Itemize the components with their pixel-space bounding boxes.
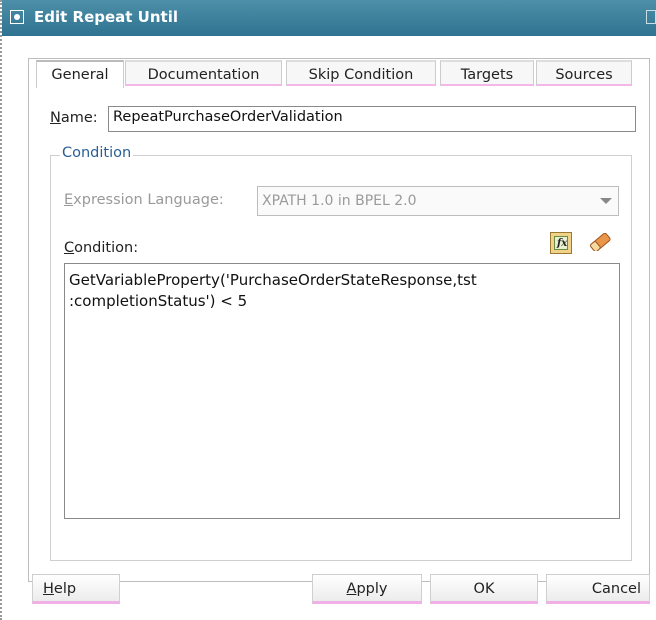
window-menu-icon[interactable] — [10, 10, 24, 24]
chevron-down-icon[interactable] — [600, 198, 612, 204]
help-mnemonic: H — [43, 581, 54, 597]
tab-documentation[interactable]: Documentation — [125, 60, 282, 86]
condition-expression-textarea[interactable]: GetVariableProperty('PurchaseOrderStateR… — [64, 263, 620, 519]
name-field[interactable]: RepeatPurchaseOrderValidation — [108, 106, 636, 132]
help-label-rest: elp — [53, 581, 77, 597]
name-label-rest: ame: — [60, 110, 98, 126]
tab-general[interactable]: General — [36, 60, 124, 88]
ok-button[interactable]: OK — [430, 574, 538, 604]
expression-language-select[interactable]: XPATH 1.0 in BPEL 2.0 — [257, 186, 619, 216]
window-title: Edit Repeat Until — [34, 8, 178, 26]
name-label-mnemonic: N — [50, 110, 61, 126]
condition-label-mnemonic: C — [64, 240, 75, 256]
tab-sources[interactable]: Sources — [536, 60, 632, 86]
tab-skip-condition[interactable]: Skip Condition — [286, 60, 436, 86]
cancel-button[interactable]: Cancel — [546, 574, 650, 604]
expression-language-label-rest: xpression Language: — [73, 192, 224, 208]
condition-label-rest: ondition: — [74, 240, 139, 256]
apply-button[interactable]: Apply — [312, 574, 422, 604]
condition-group-legend: Condition — [60, 145, 134, 161]
eraser-icon[interactable] — [587, 233, 613, 251]
tab-targets[interactable]: Targets — [440, 60, 534, 86]
apply-label-rest: pply — [356, 581, 388, 597]
expression-language-mnemonic: E — [64, 192, 74, 208]
help-button[interactable]: Help — [32, 574, 120, 604]
name-label: Name: — [50, 110, 98, 126]
maximize-icon[interactable] — [646, 10, 656, 24]
expression-builder-icon[interactable] — [550, 232, 572, 254]
edit-repeat-until-dialog: Edit Repeat Until General Documentation … — [0, 0, 656, 620]
condition-label: Condition: — [64, 240, 138, 256]
apply-mnemonic: A — [346, 581, 357, 597]
expression-language-label: Expression Language: — [64, 192, 224, 208]
title-bar[interactable]: Edit Repeat Until — [2, 0, 656, 36]
